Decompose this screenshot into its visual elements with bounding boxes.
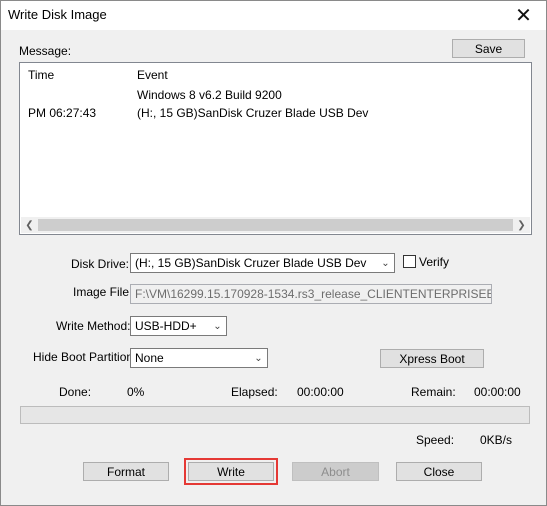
message-label: Message:	[19, 44, 72, 58]
remain-label: Remain:	[411, 385, 456, 399]
image-file-value: F:\VM\16299.15.170928-1534.rs3_release_C…	[135, 287, 492, 301]
hide-boot-partition-label: Hide Boot Partition:	[33, 350, 137, 364]
chevron-down-icon: ⌄	[254, 352, 263, 364]
scroll-left-icon[interactable]: ❮	[21, 217, 38, 233]
write-method-value: USB-HDD+	[135, 319, 197, 333]
abort-button[interactable]: Abort	[292, 462, 379, 481]
remain-value: 00:00:00	[474, 385, 521, 399]
title-bar: Write Disk Image ✕	[1, 1, 546, 30]
column-header-time: Time	[28, 68, 55, 82]
disk-drive-select[interactable]: (H:, 15 GB)SanDisk Cruzer Blade USB Dev …	[130, 253, 395, 273]
chevron-down-icon: ⌄	[213, 320, 222, 332]
message-log[interactable]: Time Event Windows 8 v6.2 Build 9200 PM …	[19, 62, 532, 235]
xpress-boot-button[interactable]: Xpress Boot	[380, 349, 484, 368]
hide-boot-partition-select[interactable]: None ⌄	[130, 348, 268, 368]
write-method-select[interactable]: USB-HDD+ ⌄	[130, 316, 227, 336]
scroll-thumb[interactable]	[38, 219, 513, 231]
disk-drive-value: (H:, 15 GB)SanDisk Cruzer Blade USB Dev	[135, 256, 367, 270]
progress-bar	[20, 406, 530, 424]
speed-value: 0KB/s	[480, 433, 513, 447]
write-button[interactable]: Write	[184, 458, 278, 485]
log-event: (H:, 15 GB)SanDisk Cruzer Blade USB Dev	[137, 106, 369, 120]
done-value: 0%	[127, 385, 145, 399]
chevron-down-icon: ⌄	[381, 257, 390, 269]
speed-label: Speed:	[416, 433, 455, 447]
write-disk-image-dialog: Write Disk Image ✕ Message: Save Time Ev…	[0, 0, 547, 506]
elapsed-label: Elapsed:	[231, 385, 278, 399]
image-file-field[interactable]: F:\VM\16299.15.170928-1534.rs3_release_C…	[130, 284, 492, 304]
scroll-right-icon[interactable]: ❯	[513, 217, 530, 233]
hide-boot-partition-value: None	[135, 351, 164, 365]
horizontal-scrollbar[interactable]: ❮ ❯	[21, 217, 530, 233]
log-time: PM 06:27:43	[28, 106, 97, 120]
elapsed-value: 00:00:00	[297, 385, 344, 399]
close-icon[interactable]: ✕	[501, 1, 546, 30]
column-header-event: Event	[137, 68, 168, 82]
verify-checkbox[interactable]	[403, 255, 416, 268]
verify-label: Verify	[419, 255, 450, 269]
disk-drive-label: Disk Drive:	[71, 257, 130, 271]
write-method-label: Write Method:	[56, 319, 131, 333]
save-button[interactable]: Save	[452, 39, 525, 58]
format-button[interactable]: Format	[83, 462, 169, 481]
image-file-label: Image File:	[73, 285, 133, 299]
close-button[interactable]: Close	[396, 462, 482, 481]
window-title: Write Disk Image	[8, 7, 107, 22]
done-label: Done:	[59, 385, 92, 399]
log-event: Windows 8 v6.2 Build 9200	[137, 88, 282, 102]
